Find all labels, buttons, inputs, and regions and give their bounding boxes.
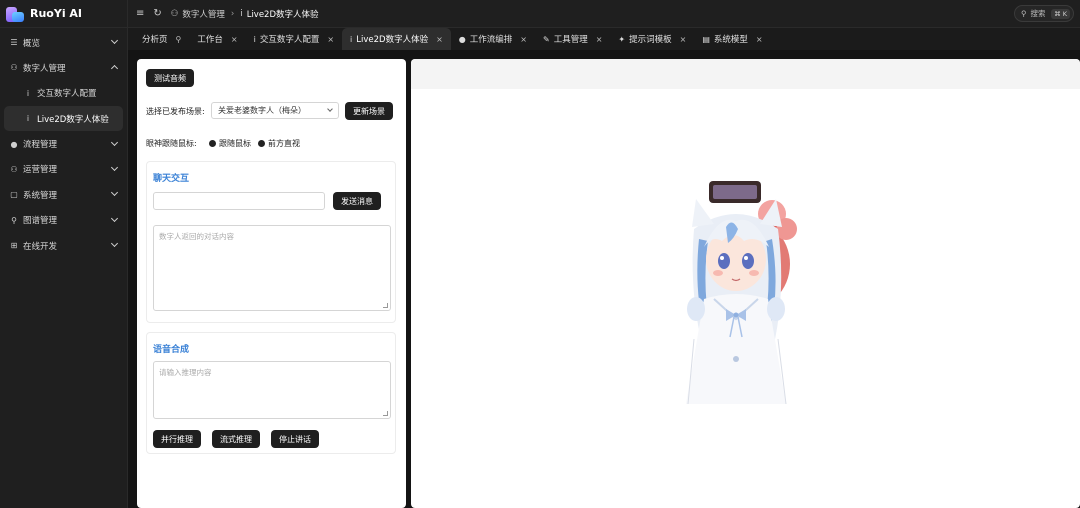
close-icon[interactable]: × xyxy=(231,35,238,44)
radio-follow-mouse[interactable]: 跟随鼠标 xyxy=(209,138,251,149)
users-icon: ⚇ xyxy=(10,63,18,73)
tab-tools[interactable]: ✎ 工具管理 × xyxy=(535,28,610,50)
chevron-down-icon xyxy=(110,189,119,197)
code-icon: ⊞ xyxy=(10,241,18,251)
menu-toggle-icon[interactable]: ≡ xyxy=(136,8,144,19)
scene-select[interactable]: 关爱老婆数字人（梅朵） xyxy=(211,102,339,119)
sidebar-item-digital-human[interactable]: ⚇ 数字人管理 xyxy=(0,55,127,80)
resize-handle[interactable] xyxy=(383,411,388,416)
wrench-icon: ✎ xyxy=(543,34,550,44)
send-message-button[interactable]: 发送消息 xyxy=(333,192,381,210)
close-icon[interactable]: × xyxy=(756,35,763,44)
person-icon: ⅰ xyxy=(26,88,30,98)
tab-prompts[interactable]: ✦ 提示词模板 × xyxy=(610,28,694,50)
close-icon[interactable]: × xyxy=(680,35,687,44)
chevron-down-icon xyxy=(110,36,119,45)
user-icon: ● xyxy=(10,139,18,149)
search-button[interactable]: ⚲ 搜索 ⌘ K xyxy=(1014,5,1074,22)
chevron-down-icon xyxy=(110,240,119,248)
search-icon: ⚲ xyxy=(1021,9,1027,18)
reply-textarea[interactable]: 数字人返回的对话内容 xyxy=(153,225,391,311)
main-content: 测试音频 选择已发布场景: 关爱老婆数字人（梅朵） 更新场景 眼神跟随鼠标: 跟… xyxy=(128,50,1080,508)
list-icon: ☰ xyxy=(10,38,18,47)
sidebar-item-operations[interactable]: ⚇ 运营管理 xyxy=(0,157,127,182)
person-icon: ⅰ xyxy=(240,8,243,19)
user-icon: ● xyxy=(458,34,466,44)
live2d-avatar-image[interactable] xyxy=(674,169,804,409)
control-panel: 测试音频 选择已发布场景: 关爱老婆数字人（梅朵） 更新场景 眼神跟随鼠标: 跟… xyxy=(137,59,406,508)
breadcrumb: ⚇ 数字人管理 › ⅰ Live2D数字人体验 xyxy=(171,8,319,20)
sparkle-icon: ✦ xyxy=(618,34,626,44)
tts-title: 语音合成 xyxy=(153,345,190,355)
chevron-down-icon xyxy=(327,106,333,112)
users-icon: ⚇ xyxy=(170,8,179,19)
sidebar-item-interactive-config[interactable]: ⅰ 交互数字人配置 xyxy=(0,81,127,106)
person-icon: ⅰ xyxy=(253,34,256,44)
resize-handle[interactable] xyxy=(383,303,388,308)
chat-input[interactable] xyxy=(153,192,325,210)
chat-card: 聊天交互 发送消息 数字人返回的对话内容 xyxy=(146,161,396,323)
top-header: ≡ ↻ ⚇ 数字人管理 › ⅰ Live2D数字人体验 ⚲ 搜索 ⌘ K xyxy=(128,0,1080,28)
tab-bar: 分析页 ⚲ 工作台 × ⅰ 交互数字人配置 × ⅰ Live2D数字人体验 × … xyxy=(128,28,1080,50)
close-icon[interactable]: × xyxy=(327,35,334,44)
ruoyi-logo-icon xyxy=(6,5,24,23)
sidebar: RuoYi AI ☰ 概览 ⚇ 数字人管理 ⅰ 交互数字人配置 ⅰ Live2D… xyxy=(0,0,128,508)
pin-icon[interactable]: ⚲ xyxy=(176,35,182,44)
stream-inference-button[interactable]: 流式推理 xyxy=(212,430,260,448)
system-icon: ▢ xyxy=(10,190,18,200)
breadcrumb-item[interactable]: 数字人管理 xyxy=(182,8,225,20)
sidebar-item-workflow[interactable]: ● 流程管理 xyxy=(0,132,127,157)
tab-workflow[interactable]: ● 工作流编排 × xyxy=(451,28,535,50)
graph-icon: ⚲ xyxy=(11,215,17,225)
update-scene-button[interactable]: 更新场景 xyxy=(345,102,393,120)
sidebar-menu: ☰ 概览 ⚇ 数字人管理 ⅰ 交互数字人配置 ⅰ Live2D数字人体验 ● 流… xyxy=(0,28,127,258)
tts-card: 语音合成 请输入推理内容 并行推理 流式推理 停止讲话 xyxy=(146,332,396,454)
person-icon: ⅰ xyxy=(350,34,353,44)
chevron-down-icon xyxy=(110,138,119,146)
viewer-toolbar-strip xyxy=(411,59,1080,89)
person-icon: ⅰ xyxy=(26,114,30,124)
radio-look-forward[interactable]: 前方直视 xyxy=(258,138,300,149)
scene-label: 选择已发布场景: xyxy=(146,107,205,116)
live2d-viewer[interactable] xyxy=(411,59,1080,508)
breadcrumb-separator: › xyxy=(230,8,235,19)
sidebar-item-online-dev[interactable]: ⊞ 在线开发 xyxy=(0,233,127,258)
radio-dot xyxy=(258,140,265,147)
close-icon[interactable]: × xyxy=(520,35,527,44)
chevron-up-icon xyxy=(110,65,119,73)
chevron-down-icon xyxy=(110,163,119,171)
tab-models[interactable]: ▤ 系统模型 × xyxy=(694,28,770,50)
sidebar-item-live2d[interactable]: ⅰ Live2D数字人体验 xyxy=(4,106,123,132)
test-audio-button[interactable]: 测试音频 xyxy=(146,69,194,87)
app-logo[interactable]: RuoYi AI xyxy=(0,0,127,28)
close-icon[interactable]: × xyxy=(436,35,443,44)
breadcrumb-current: Live2D数字人体验 xyxy=(246,9,319,20)
radio-dot xyxy=(209,140,216,147)
table-icon: ▤ xyxy=(702,34,710,44)
chat-title: 聊天交互 xyxy=(153,174,190,184)
refresh-icon[interactable]: ↻ xyxy=(153,8,161,19)
tab-analysis[interactable]: 分析页 ⚲ xyxy=(134,28,189,50)
shortcut-badge: ⌘ K xyxy=(1051,8,1070,19)
tts-input[interactable]: 请输入推理内容 xyxy=(153,361,391,419)
parallel-inference-button[interactable]: 并行推理 xyxy=(153,430,201,448)
close-icon[interactable]: × xyxy=(596,35,603,44)
chevron-down-icon xyxy=(110,214,119,222)
tab-interactive-config[interactable]: ⅰ 交互数字人配置 × xyxy=(246,28,342,50)
sidebar-item-graph[interactable]: ⚲ 图谱管理 xyxy=(0,208,127,233)
stop-speaking-button[interactable]: 停止讲话 xyxy=(271,430,319,448)
tab-workbench[interactable]: 工作台 × xyxy=(189,28,245,50)
tab-live2d[interactable]: ⅰ Live2D数字人体验 × xyxy=(342,28,451,50)
app-name: RuoYi AI xyxy=(30,7,83,20)
team-icon: ⚇ xyxy=(10,164,18,174)
eye-follow-label: 眼神跟随鼠标: xyxy=(146,139,197,148)
sidebar-item-system[interactable]: ▢ 系统管理 xyxy=(0,182,127,207)
sidebar-item-overview[interactable]: ☰ 概览 xyxy=(0,30,127,55)
